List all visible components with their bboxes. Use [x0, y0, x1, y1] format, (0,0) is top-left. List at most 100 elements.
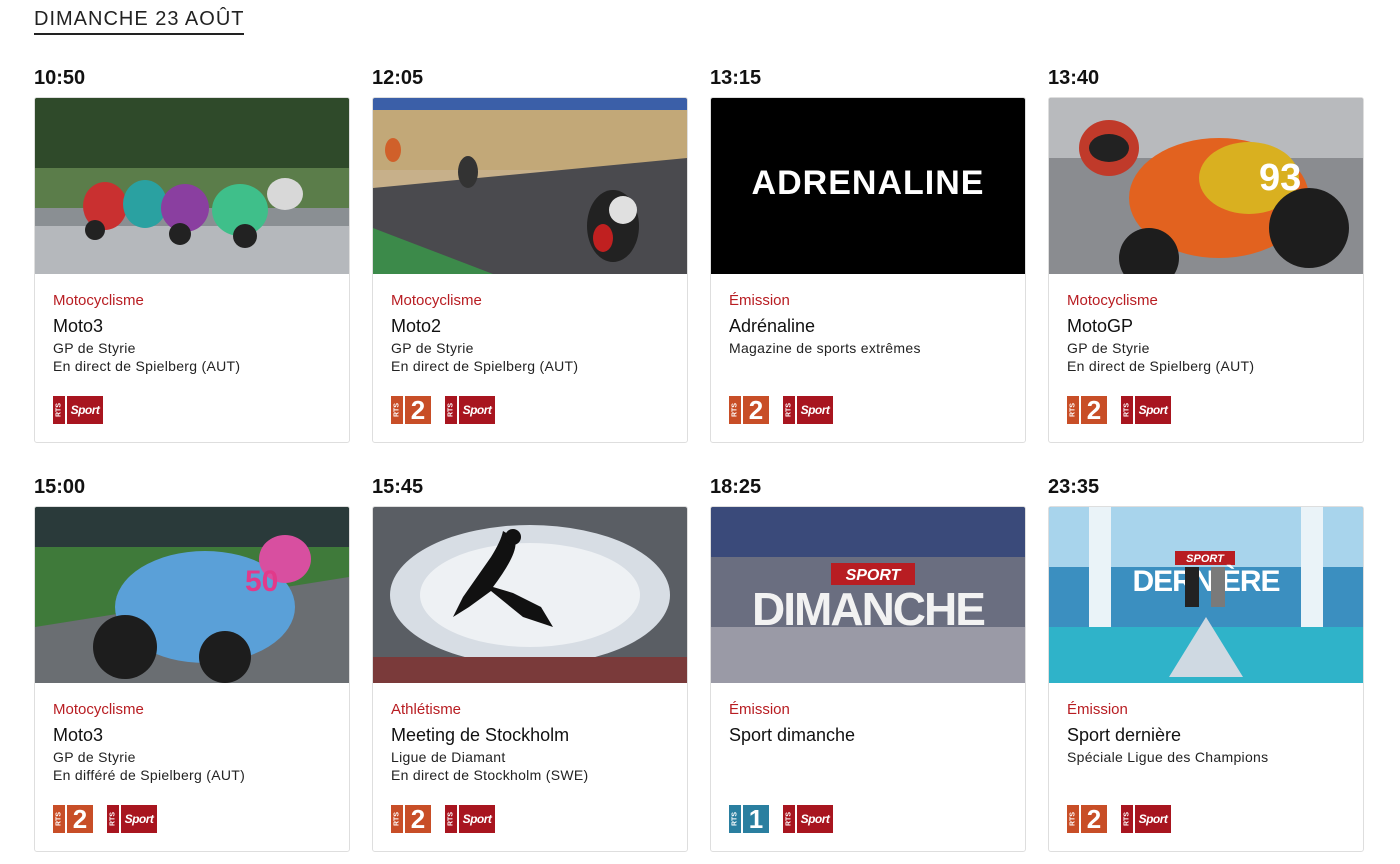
program-category: Émission: [729, 701, 790, 718]
program-thumbnail[interactable]: 50: [35, 507, 349, 683]
sport-dimanche-studio: SPORT DIMANCHE: [711, 507, 1025, 683]
program-thumbnail[interactable]: [373, 507, 687, 683]
motogp-rider-photo: 93: [1049, 98, 1363, 274]
program-card[interactable]: Motocyclisme Moto3 GP de Styrie En direc…: [34, 97, 350, 443]
program-title[interactable]: Sport dernière: [1067, 722, 1345, 748]
program-slot: 12:05 Motocyclisme Moto2 GP de Styrie En…: [372, 64, 688, 443]
program-description: Spéciale Ligue des Champions: [1067, 749, 1269, 765]
rts-sport-logo: RTS Sport: [445, 396, 495, 424]
rts-2-logo: RTS 2: [391, 804, 431, 834]
program-thumbnail[interactable]: 93: [1049, 98, 1363, 274]
rts-sport-logo: RTS Sport: [1121, 805, 1171, 833]
program-description: GP de Styrie: [391, 340, 474, 356]
channel-list: RTS 2 RTS Sport: [391, 804, 495, 834]
program-description: GP de Styrie: [1067, 340, 1150, 356]
program-description: GP de Styrie: [53, 749, 136, 765]
program-slot: 23:35 SPORT DERNIÈRE Émission Sport dern…: [1048, 473, 1364, 852]
adrenaline-logo: ADRENALINE: [711, 98, 1025, 274]
program-card[interactable]: 93 Motocyclisme MotoGP GP de Styrie En d…: [1048, 97, 1364, 443]
program-description: En direct de Stockholm (SWE): [391, 767, 589, 783]
program-slot: 13:15 ADRENALINE Émission Adrénaline Mag…: [710, 64, 1026, 443]
program-time: 23:35: [1048, 476, 1100, 498]
program-card[interactable]: Motocyclisme Moto2 GP de Styrie En direc…: [372, 97, 688, 443]
program-time: 15:00: [34, 476, 86, 498]
program-slot: 18:25 SPORT DIMANCHE Émission Sport dima…: [710, 473, 1026, 852]
program-thumbnail[interactable]: [373, 98, 687, 274]
program-category: Motocyclisme: [1067, 292, 1158, 309]
program-title[interactable]: Moto3: [53, 722, 331, 748]
program-time: 15:45: [372, 476, 424, 498]
program-title[interactable]: Moto3: [53, 313, 331, 339]
rts-2-logo: RTS 2: [729, 395, 769, 425]
svg-text:SPORT: SPORT: [1186, 553, 1225, 565]
program-time: 10:50: [34, 67, 86, 89]
program-thumbnail[interactable]: ADRENALINE: [711, 98, 1025, 274]
program-description: En direct de Spielberg (AUT): [1067, 358, 1255, 374]
svg-text:ADRENALINE: ADRENALINE: [752, 164, 985, 202]
rts-sport-logo: RTS Sport: [783, 805, 833, 833]
channel-list: RTS 2 RTS Sport: [391, 395, 495, 425]
moto3-race-photo: [35, 98, 349, 274]
program-card[interactable]: Athlétisme Meeting de Stockholm Ligue de…: [372, 506, 688, 852]
moto3-rider-photo: 50: [35, 507, 349, 683]
program-description: Ligue de Diamant: [391, 749, 506, 765]
rts-sport-logo: RTS Sport: [53, 396, 103, 424]
program-category: Motocyclisme: [391, 292, 482, 309]
rts-sport-logo: RTS Sport: [107, 805, 157, 833]
day-title: DIMANCHE 23 AOÛT: [34, 7, 245, 35]
program-card[interactable]: SPORT DIMANCHE Émission Sport dimanche R…: [710, 506, 1026, 852]
channel-list: RTS 2 RTS Sport: [53, 804, 157, 834]
program-time: 12:05: [372, 67, 424, 89]
program-description: En différé de Spielberg (AUT): [53, 767, 246, 783]
program-description: GP de Styrie: [53, 340, 136, 356]
program-title[interactable]: Moto2: [391, 313, 669, 339]
rts-sport-logo: RTS Sport: [1121, 396, 1171, 424]
channel-list: RTS 1 RTS Sport: [729, 804, 833, 834]
program-slot: 13:40 93 Motocyclisme MotoGP GP de Styri…: [1048, 64, 1364, 443]
svg-text:50: 50: [245, 565, 278, 598]
program-slot: 10:50 Motocyclisme Moto3 GP de Styrie En…: [34, 64, 350, 443]
svg-text:SPORT: SPORT: [846, 567, 902, 584]
program-title[interactable]: MotoGP: [1067, 313, 1345, 339]
program-title[interactable]: Sport dimanche: [729, 722, 1007, 748]
svg-text:93: 93: [1259, 157, 1301, 199]
program-slot: 15:00 50 Motocyclisme Moto3 GP de Styrie: [34, 473, 350, 852]
program-card[interactable]: ADRENALINE Émission Adrénaline Magazine …: [710, 97, 1026, 443]
channel-list: RTS 2 RTS Sport: [1067, 395, 1171, 425]
program-category: Émission: [1067, 701, 1128, 718]
rts-1-logo: RTS 1: [729, 804, 769, 834]
rts-sport-logo: RTS Sport: [783, 396, 833, 424]
program-time: 13:15: [710, 67, 762, 89]
program-card[interactable]: SPORT DERNIÈRE Émission Sport dernière S…: [1048, 506, 1364, 852]
program-category: Émission: [729, 292, 790, 309]
program-description: En direct de Spielberg (AUT): [53, 358, 241, 374]
program-thumbnail[interactable]: [35, 98, 349, 274]
program-time: 13:40: [1048, 67, 1100, 89]
svg-text:DIMANCHE: DIMANCHE: [752, 583, 984, 635]
program-category: Motocyclisme: [53, 292, 144, 309]
program-grid: 10:50 Motocyclisme Moto3 GP de Styrie En…: [34, 64, 1364, 852]
program-title[interactable]: Adrénaline: [729, 313, 1007, 339]
program-description: En direct de Spielberg (AUT): [391, 358, 579, 374]
channel-list: RTS Sport: [53, 396, 103, 424]
sport-derniere-studio: SPORT DERNIÈRE: [1049, 507, 1363, 683]
program-card[interactable]: 50 Motocyclisme Moto3 GP de Styrie En di…: [34, 506, 350, 852]
program-category: Athlétisme: [391, 701, 462, 718]
program-title[interactable]: Meeting de Stockholm: [391, 722, 669, 748]
program-category: Motocyclisme: [53, 701, 144, 718]
program-thumbnail[interactable]: SPORT DIMANCHE: [711, 507, 1025, 683]
stadium-jumper-photo: [373, 507, 687, 683]
program-time: 18:25: [710, 476, 762, 498]
rts-sport-logo: RTS Sport: [445, 805, 495, 833]
channel-list: RTS 2 RTS Sport: [729, 395, 833, 425]
moto2-race-photo: [373, 98, 687, 274]
rts-2-logo: RTS 2: [391, 395, 431, 425]
svg-text:DERNIÈRE: DERNIÈRE: [1132, 564, 1279, 598]
program-slot: 15:45 Athlétisme Meeting de Stockholm Li…: [372, 473, 688, 852]
rts-2-logo: RTS 2: [53, 804, 93, 834]
program-thumbnail[interactable]: SPORT DERNIÈRE: [1049, 507, 1363, 683]
rts-2-logo: RTS 2: [1067, 395, 1107, 425]
rts-2-logo: RTS 2: [1067, 804, 1107, 834]
channel-list: RTS 2 RTS Sport: [1067, 804, 1171, 834]
program-description: Magazine de sports extrêmes: [729, 340, 921, 356]
